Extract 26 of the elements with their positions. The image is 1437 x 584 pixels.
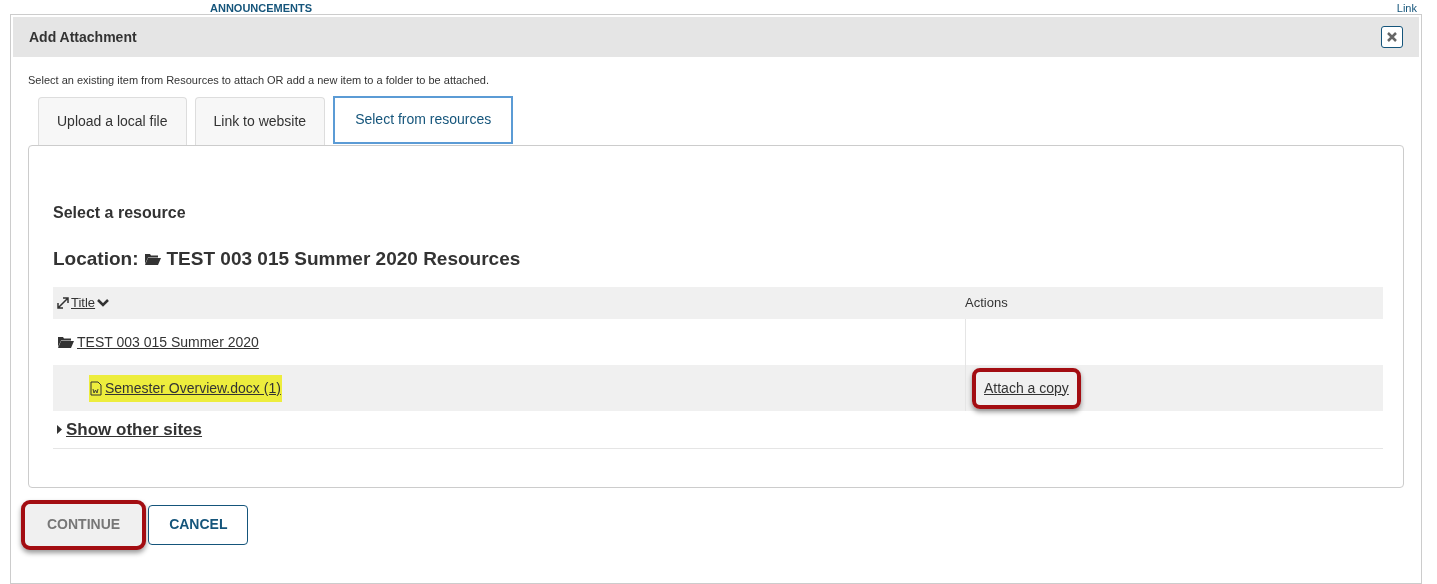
close-button[interactable] <box>1381 26 1403 48</box>
resource-link[interactable]: Semester Overview.docx (1) <box>89 374 282 402</box>
section-title: Select a resource <box>53 202 187 223</box>
chevron-down-icon <box>97 298 110 308</box>
resource-link[interactable]: TEST 003 015 Summer 2020 <box>57 328 260 356</box>
word-document-icon <box>90 380 102 396</box>
attach-copy-link[interactable]: Attach a copy <box>972 367 1081 409</box>
location-name: TEST 003 015 Summer 2020 Resources <box>166 246 521 271</box>
folder-icon <box>144 252 161 265</box>
show-other-sites-toggle[interactable]: Show other sites <box>57 416 203 443</box>
folder-icon <box>58 336 74 348</box>
column-header: Actions <box>965 294 1008 313</box>
tab[interactable]: Select from resources <box>333 95 514 144</box>
caret-right-icon <box>57 425 62 434</box>
tab[interactable]: Upload a local file <box>38 96 187 145</box>
tab[interactable]: Link to website <box>194 96 326 145</box>
close-icon <box>1387 32 1397 42</box>
dialog-title: Add Attachment <box>29 27 137 47</box>
cancel-button[interactable]: CANCEL <box>148 504 249 545</box>
location-label: Location: <box>53 246 139 271</box>
instructions: Select an existing item from Resources to attach OR add a new item to a folder to be attached. <box>28 73 491 88</box>
expand-icon <box>57 297 69 309</box>
continue-button[interactable]: CONTINUE <box>21 499 147 550</box>
link-button[interactable]: Link <box>1396 2 1417 14</box>
page-heading: ANNOUNCEMENTS <box>210 2 313 14</box>
title-column-header[interactable]: Title <box>71 293 96 313</box>
